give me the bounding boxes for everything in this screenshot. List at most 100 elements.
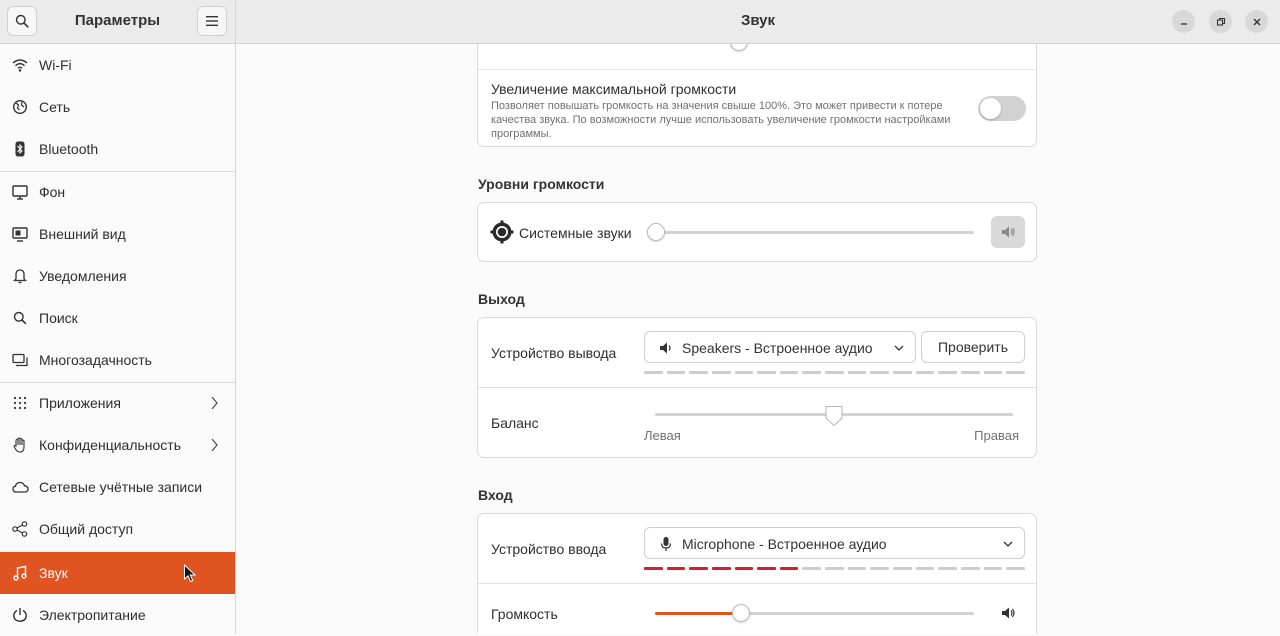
input-title: Вход [478,487,513,503]
level-segment [893,567,912,570]
level-segment [689,371,708,374]
close-icon [1253,18,1260,25]
level-segment [757,371,776,374]
bluetooth-icon [11,140,29,158]
balance-right-label: Правая [974,428,1019,443]
page-title: Звук [740,12,776,29]
sidebar-item-multitasking[interactable]: Многозадачность [0,339,235,381]
level-segment [938,371,957,374]
mute-system-sounds-button[interactable] [991,216,1025,248]
overamp-title: Увеличение максимальной громкости [491,81,737,97]
app-title: Параметры [74,12,161,29]
sidebar-item-network[interactable]: Сеть [0,86,235,128]
sidebar-item-sound[interactable]: Звук [0,552,235,594]
sidebar-item-label: Уведомления [39,268,127,284]
input-card: Устройство ввода Microphone - Встроенное… [477,513,1037,633]
sidebar-item-privacy[interactable]: Конфиденциальность [0,424,235,466]
search-icon [15,14,29,28]
level-segment [802,567,822,570]
level-segment [847,371,867,374]
level-segment [666,567,686,570]
level-segment [757,567,776,570]
level-segment [983,567,1003,570]
level-segment [870,371,890,374]
level-segment [915,567,935,570]
system-sounds-slider-knob[interactable] [647,223,665,241]
overamp-card: Увеличение максимальной громкости Позвол… [477,44,1037,147]
partial-slider-knob[interactable] [730,44,748,51]
volume-levels-card: Системные звуки [477,202,1037,262]
sidebar-item-sharing[interactable]: Общий доступ [0,508,235,550]
level-segment [983,371,1003,374]
chevron-down-icon [1003,541,1013,547]
sidebar-item-apps[interactable]: Приложения [0,382,235,424]
menu-button[interactable] [197,6,227,36]
system-sounds-slider-track [655,231,974,234]
test-output-button[interactable]: Проверить [921,331,1025,363]
sound-settings-panel: Увеличение максимальной громкости Позвол… [236,44,1280,633]
level-segment [802,371,822,374]
level-segment [779,371,799,374]
sidebar-item-label: Звук [39,565,68,581]
level-segment [847,567,867,570]
system-sounds-label: Системные звуки [519,225,632,241]
sidebar-item-appearance[interactable]: Внешний вид [0,213,235,255]
sidebar-item-online-accounts[interactable]: Сетевые учётные записи [0,466,235,508]
share-icon [11,520,29,538]
input-device-label: Устройство ввода [491,541,607,557]
row-separator [478,583,1036,584]
sidebar-item-label: Фон [39,184,66,200]
minimize-icon [1180,22,1187,25]
restore-icon [1216,17,1225,26]
overamp-toggle[interactable] [978,96,1026,121]
input-level-meter [644,567,1025,570]
output-device-value: Speakers - Встроенное аудио [682,340,873,356]
speaker-icon [660,342,671,354]
sidebar-item-label: Общий доступ [39,521,134,537]
input-device-dropdown[interactable]: Microphone - Встроенное аудио [644,527,1025,559]
sidebar-item-label: Сеть [39,99,71,115]
level-segment [644,371,663,374]
sidebar: Wi-Fi Сеть Bluetooth Фон Внешний вид Уве… [0,44,236,633]
level-segment [779,567,799,570]
level-segment [666,371,686,374]
cloud-icon [11,478,29,496]
minimize-button[interactable] [1172,10,1195,33]
input-volume-label: Громкость [491,606,558,622]
toggle-knob [980,98,1001,119]
power-icon [11,606,29,624]
sidebar-item-background[interactable]: Фон [0,171,235,213]
sidebar-item-search[interactable]: Поиск [0,297,235,339]
speaker-muted-icon [1002,226,1015,238]
sidebar-item-bluetooth[interactable]: Bluetooth [0,128,235,170]
gear-icon [490,220,514,244]
level-segment [689,567,708,570]
mouse-cursor-icon [184,564,197,583]
balance-slider-knob[interactable] [825,405,843,427]
network-icon [11,98,29,116]
search-button[interactable] [7,6,37,36]
bell-icon [11,267,29,285]
input-volume-slider-fill [655,612,742,615]
sidebar-item-label: Внешний вид [39,226,126,242]
maximize-button[interactable] [1209,10,1232,33]
background-icon [11,183,29,201]
sidebar-item-label: Поиск [39,310,78,326]
speaker-icon [1002,607,1015,619]
sidebar-item-wifi[interactable]: Wi-Fi [0,44,235,86]
header-bar: Параметры Звук [0,0,1280,44]
sidebar-item-notifications[interactable]: Уведомления [0,255,235,297]
input-volume-slider-knob[interactable] [732,604,751,622]
level-segment [1006,371,1025,374]
sidebar-item-power[interactable]: Электропитание [0,594,235,636]
level-segment [734,567,754,570]
level-segment [825,371,844,374]
output-device-dropdown[interactable]: Speakers - Встроенное аудио [644,331,916,363]
level-segment [960,567,980,570]
close-button[interactable] [1245,10,1268,33]
sidebar-item-label: Сетевые учётные записи [39,479,203,495]
output-card: Устройство вывода Speakers - Встроенное … [477,317,1037,458]
level-segment [893,371,912,374]
wifi-icon [11,56,29,74]
level-segment [870,567,890,570]
